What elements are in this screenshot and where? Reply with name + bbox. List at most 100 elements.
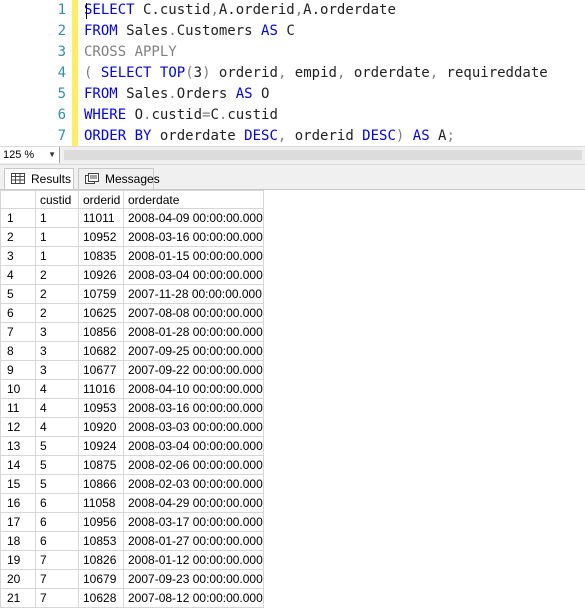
orderdate-cell[interactable]: 2008-04-29 00:00:00.000: [123, 493, 264, 513]
table-row[interactable]: 6 2 10625 2007-08-08 00:00:00.000: [0, 303, 264, 323]
orderdate-cell[interactable]: 2008-01-27 00:00:00.000: [123, 531, 264, 551]
orderid-cell[interactable]: 10953: [78, 398, 124, 418]
orderid-cell[interactable]: 11011: [78, 208, 124, 228]
table-row[interactable]: 8 3 10682 2007-09-25 00:00:00.000: [0, 341, 264, 361]
custid-cell[interactable]: 4: [35, 417, 79, 437]
custid-cell[interactable]: 7: [35, 569, 79, 589]
tab-results[interactable]: Results: [4, 168, 74, 189]
orderid-cell[interactable]: 10677: [78, 360, 124, 380]
orderid-cell[interactable]: 10924: [78, 436, 124, 456]
orderid-cell[interactable]: 10920: [78, 417, 124, 437]
custid-cell[interactable]: 3: [35, 341, 79, 361]
row-number-cell[interactable]: 18: [0, 531, 36, 551]
table-row[interactable]: 20 7 10679 2007-09-23 00:00:00.000: [0, 569, 264, 589]
table-row[interactable]: 3 1 10835 2008-01-15 00:00:00.000: [0, 246, 264, 266]
row-number-cell[interactable]: 19: [0, 550, 36, 570]
horizontal-scrollbar[interactable]: [64, 150, 582, 160]
table-row[interactable]: 19 7 10826 2008-01-12 00:00:00.000: [0, 550, 264, 570]
results-grid[interactable]: custid orderid orderdate 1 1 11011 2008-04-…: [0, 190, 585, 611]
column-header-orderid[interactable]: orderid: [78, 190, 124, 209]
orderdate-cell[interactable]: 2008-01-15 00:00:00.000: [123, 246, 264, 266]
row-number-cell[interactable]: 4: [0, 265, 36, 285]
orderid-cell[interactable]: 10682: [78, 341, 124, 361]
column-header-orderdate[interactable]: orderdate: [123, 190, 264, 209]
code-line[interactable]: 7 ORDER BY orderdate DESC, orderid DESC) …: [0, 126, 585, 146]
custid-cell[interactable]: 4: [35, 398, 79, 418]
table-row[interactable]: 10 4 11016 2008-04-10 00:00:00.000: [0, 379, 264, 399]
code-line[interactable]: 5 FROM Sales.Orders AS O: [0, 84, 585, 105]
row-number-cell[interactable]: 14: [0, 455, 36, 475]
column-header-custid[interactable]: custid: [35, 190, 79, 209]
orderdate-cell[interactable]: 2007-08-12 00:00:00.000: [123, 588, 264, 608]
orderid-cell[interactable]: 10628: [78, 588, 124, 608]
orderid-cell[interactable]: 10826: [78, 550, 124, 570]
orderdate-cell[interactable]: 2008-01-28 00:00:00.000: [123, 322, 264, 342]
table-row[interactable]: 14 5 10875 2008-02-06 00:00:00.000: [0, 455, 264, 475]
orderid-cell[interactable]: 10679: [78, 569, 124, 589]
tab-messages[interactable]: Messages: [78, 168, 160, 189]
table-row[interactable]: 2 1 10952 2008-03-16 00:00:00.000: [0, 227, 264, 247]
custid-cell[interactable]: 5: [35, 474, 79, 494]
row-number-cell[interactable]: 11: [0, 398, 36, 418]
orderdate-cell[interactable]: 2008-04-10 00:00:00.000: [123, 379, 264, 399]
row-number-cell[interactable]: 8: [0, 341, 36, 361]
custid-cell[interactable]: 7: [35, 550, 79, 570]
orderid-cell[interactable]: 10856: [78, 322, 124, 342]
row-number-cell[interactable]: 2: [0, 227, 36, 247]
row-number-cell[interactable]: 21: [0, 588, 36, 608]
orderid-cell[interactable]: 10875: [78, 455, 124, 475]
custid-cell[interactable]: 6: [35, 493, 79, 513]
orderdate-cell[interactable]: 2008-03-04 00:00:00.000: [123, 436, 264, 456]
orderdate-cell[interactable]: 2008-03-16 00:00:00.000: [123, 398, 264, 418]
orderdate-cell[interactable]: 2007-09-23 00:00:00.000: [123, 569, 264, 589]
custid-cell[interactable]: 7: [35, 588, 79, 608]
row-number-cell[interactable]: 7: [0, 322, 36, 342]
orderid-cell[interactable]: 10952: [78, 227, 124, 247]
table-row[interactable]: 4 2 10926 2008-03-04 00:00:00.000: [0, 265, 264, 285]
row-number-cell[interactable]: 10: [0, 379, 36, 399]
orderid-cell[interactable]: 11058: [78, 493, 124, 513]
table-row[interactable]: 5 2 10759 2007-11-28 00:00:00.000: [0, 284, 264, 304]
table-row[interactable]: 7 3 10856 2008-01-28 00:00:00.000: [0, 322, 264, 342]
custid-cell[interactable]: 4: [35, 379, 79, 399]
table-row[interactable]: 12 4 10920 2008-03-03 00:00:00.000: [0, 417, 264, 437]
orderdate-cell[interactable]: 2008-03-04 00:00:00.000: [123, 265, 264, 285]
row-number-cell[interactable]: 20: [0, 569, 36, 589]
custid-cell[interactable]: 1: [35, 227, 79, 247]
orderid-cell[interactable]: 10926: [78, 265, 124, 285]
custid-cell[interactable]: 2: [35, 265, 79, 285]
custid-cell[interactable]: 1: [35, 246, 79, 266]
row-number-cell[interactable]: 12: [0, 417, 36, 437]
custid-cell[interactable]: 3: [35, 360, 79, 380]
orderid-cell[interactable]: 10956: [78, 512, 124, 532]
orderid-cell[interactable]: 10625: [78, 303, 124, 323]
orderdate-cell[interactable]: 2007-09-25 00:00:00.000: [123, 341, 264, 361]
row-number-cell[interactable]: 15: [0, 474, 36, 494]
orderdate-cell[interactable]: 2008-02-06 00:00:00.000: [123, 455, 264, 475]
code-line[interactable]: 6 WHERE O.custid=C.custid: [0, 105, 585, 126]
orderdate-cell[interactable]: 2008-01-12 00:00:00.000: [123, 550, 264, 570]
orderdate-cell[interactable]: 2008-03-16 00:00:00.000: [123, 227, 264, 247]
row-number-cell[interactable]: 16: [0, 493, 36, 513]
custid-cell[interactable]: 6: [35, 512, 79, 532]
code-line[interactable]: 3 CROSS APPLY: [0, 42, 585, 63]
table-row[interactable]: 1 1 11011 2008-04-09 00:00:00.000: [0, 208, 264, 228]
row-number-cell[interactable]: 13: [0, 436, 36, 456]
query-editor[interactable]: 1 SELECT C.custid,A.orderid,A.orderdate 2 F…: [0, 0, 585, 146]
custid-cell[interactable]: 6: [35, 531, 79, 551]
table-row[interactable]: 9 3 10677 2007-09-22 00:00:00.000: [0, 360, 264, 380]
table-row[interactable]: 17 6 10956 2008-03-17 00:00:00.000: [0, 512, 264, 532]
custid-cell[interactable]: 2: [35, 303, 79, 323]
orderdate-cell[interactable]: 2007-11-28 00:00:00.000: [123, 284, 264, 304]
table-row[interactable]: 18 6 10853 2008-01-27 00:00:00.000: [0, 531, 264, 551]
zoom-dropdown[interactable]: 125 % ▼: [0, 147, 60, 163]
table-row[interactable]: 13 5 10924 2008-03-04 00:00:00.000: [0, 436, 264, 456]
custid-cell[interactable]: 5: [35, 436, 79, 456]
table-row[interactable]: 11 4 10953 2008-03-16 00:00:00.000: [0, 398, 264, 418]
custid-cell[interactable]: 3: [35, 322, 79, 342]
code-line[interactable]: 1 SELECT C.custid,A.orderid,A.orderdate: [0, 0, 585, 21]
row-number-cell[interactable]: 3: [0, 246, 36, 266]
row-number-cell[interactable]: 9: [0, 360, 36, 380]
custid-cell[interactable]: 2: [35, 284, 79, 304]
grid-corner-cell[interactable]: [0, 190, 36, 209]
